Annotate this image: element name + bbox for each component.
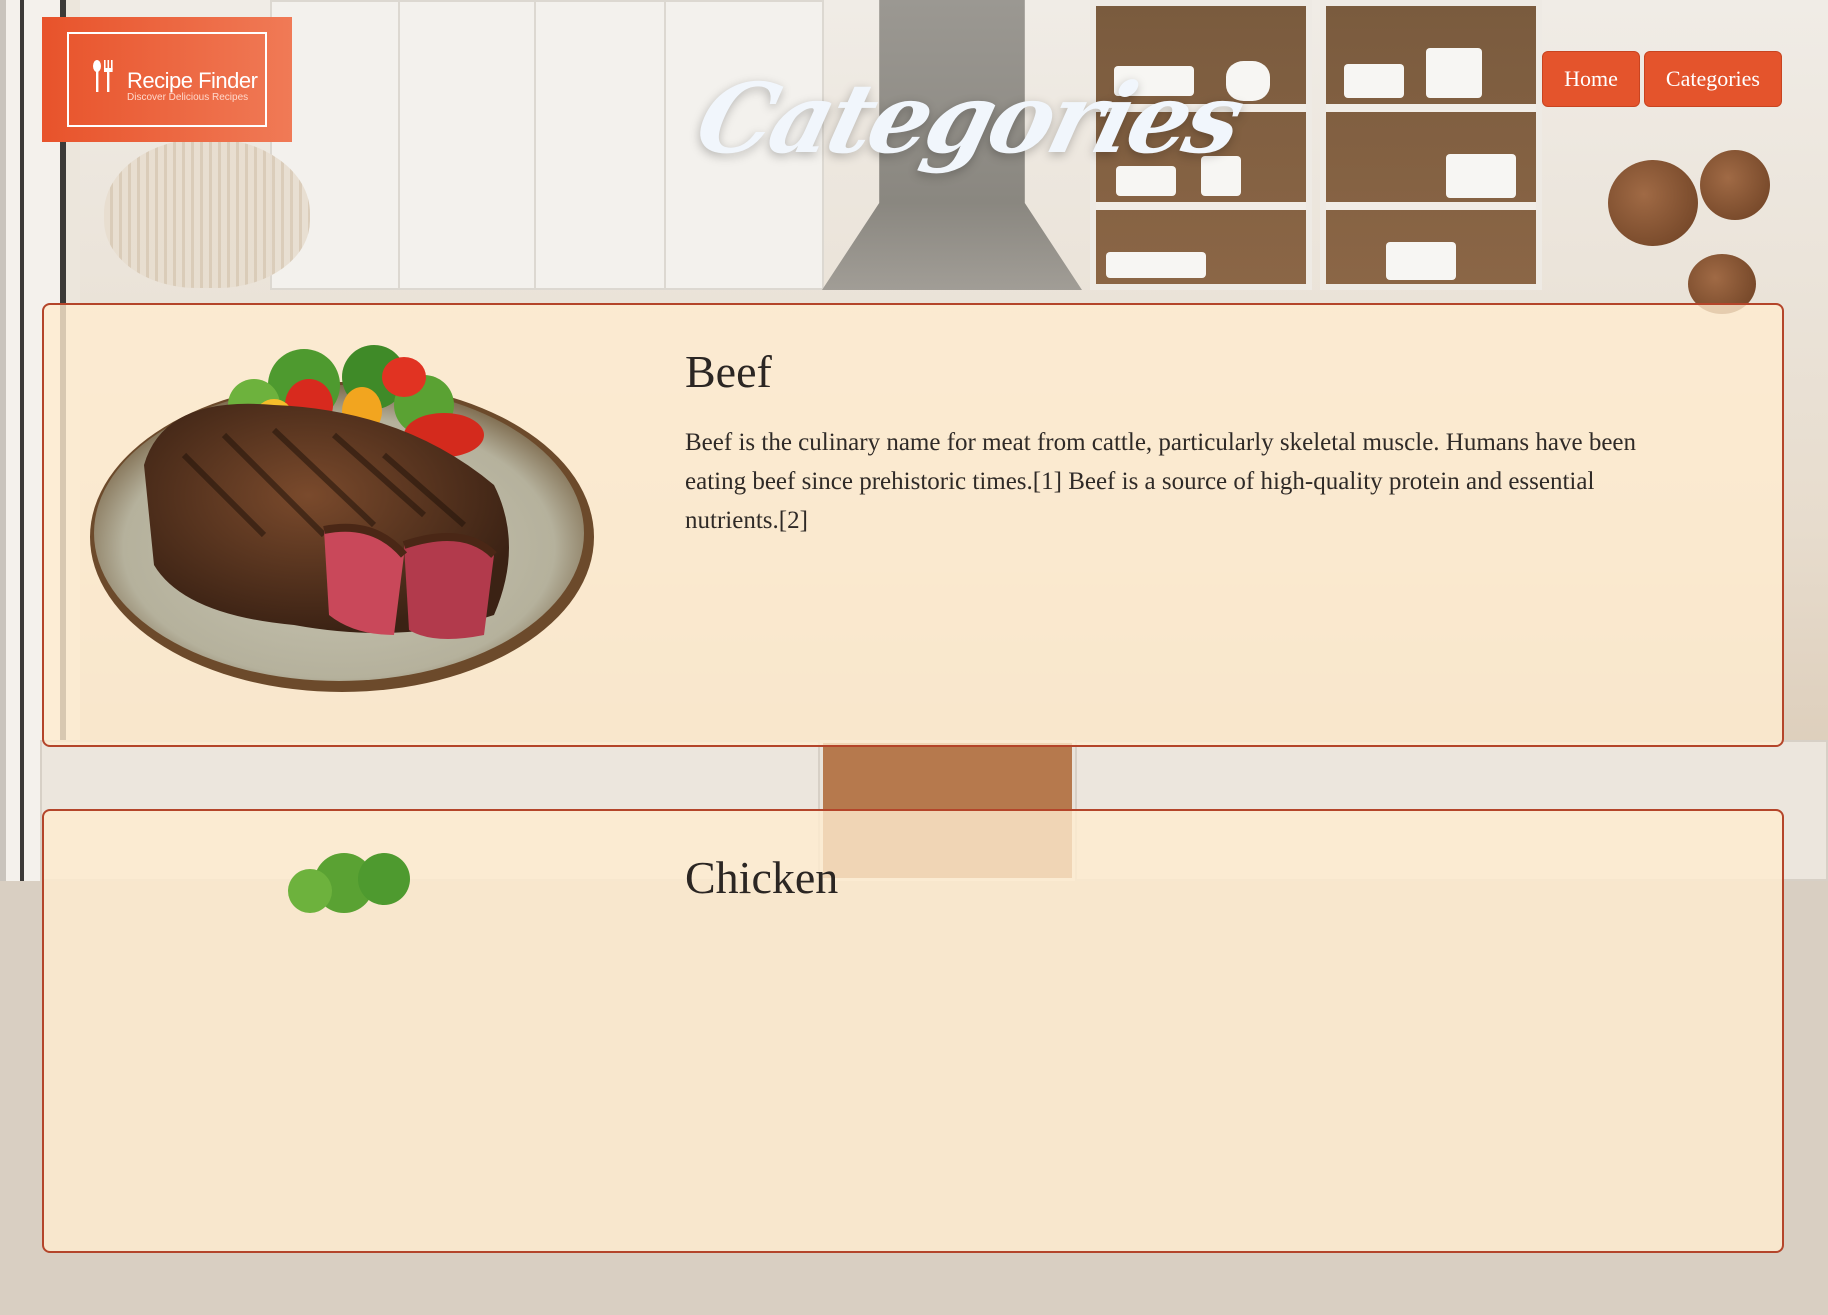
logo-title: Recipe Finder	[127, 68, 258, 93]
nav-categories-button[interactable]: Categories	[1643, 51, 1782, 107]
category-list: Beef Beef is the culinary name for meat …	[42, 303, 1784, 1315]
chicken-dish-image	[288, 853, 410, 913]
logo[interactable]: Recipe Finder Discover Delicious Recipes	[42, 17, 292, 142]
logo-tagline: Discover Delicious Recipes	[127, 92, 249, 103]
main-nav: Home Categories	[1542, 51, 1782, 107]
page-title: Categories	[685, 62, 1252, 175]
category-description: Beef is the culinary name for meat from …	[685, 429, 1637, 534]
category-title: Chicken	[685, 852, 839, 903]
fork-spoon-icon	[93, 60, 113, 92]
category-card-chicken[interactable]: Chicken	[42, 809, 1784, 1253]
category-card-beef[interactable]: Beef Beef is the culinary name for meat …	[42, 303, 1784, 747]
logo-frame: Recipe Finder Discover Delicious Recipes	[67, 32, 267, 127]
category-title: Beef	[685, 346, 772, 397]
steak-plate-image	[90, 345, 594, 692]
nav-home-button[interactable]: Home	[1542, 51, 1640, 107]
